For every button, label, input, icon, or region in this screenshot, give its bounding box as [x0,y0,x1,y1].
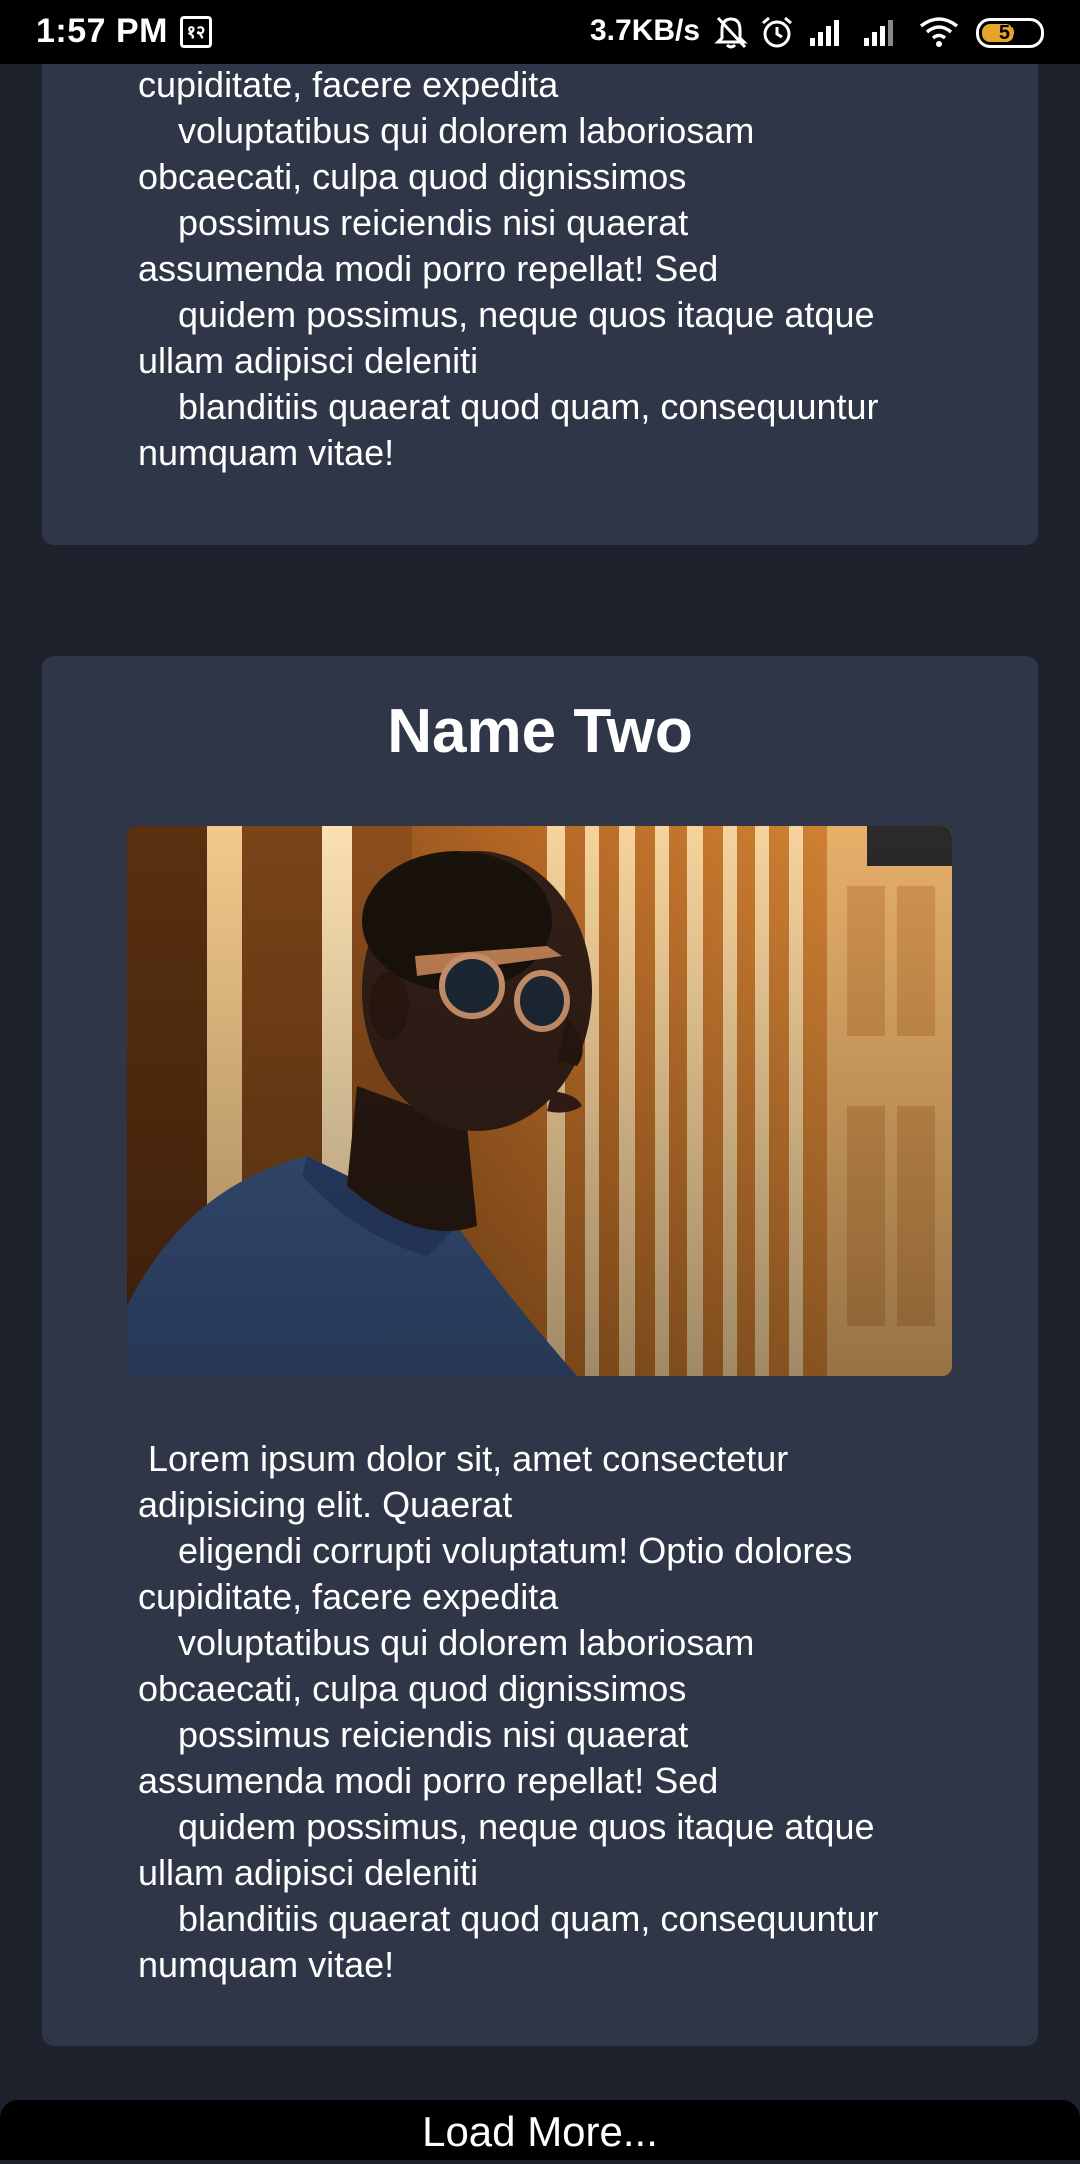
alarm-icon [762,16,792,48]
profile-photo [127,826,952,1376]
notification-icon: १२ [180,16,212,48]
profile-card: Name Two Lorem ipsum dolor sit, amet con… [42,656,1038,2046]
status-bar: 1:57 PM १२ 3.7KB/s 57 [0,0,1080,64]
card-description: Lorem ipsum dolor sit, amet consectetur … [138,1438,879,1985]
wifi-icon [919,17,959,47]
signal-icon [810,20,839,46]
load-more-button[interactable]: Load More... [0,2100,1080,2160]
card-description: eligendi corrupti voluptatum! Optio dolo… [138,18,879,473]
battery-icon: 57 [976,18,1044,48]
mute-bell-icon [714,16,748,49]
signal-icon-2 [864,20,893,46]
battery-level: 57 [998,22,1022,44]
person-with-sunglasses-photo [127,826,952,1376]
status-time: 1:57 PM [36,12,168,50]
card-title: Name Two [387,697,693,766]
network-speed: 3.7KB/s [590,14,701,47]
profile-card: eligendi corrupti voluptatum! Optio dolo… [42,0,1038,545]
